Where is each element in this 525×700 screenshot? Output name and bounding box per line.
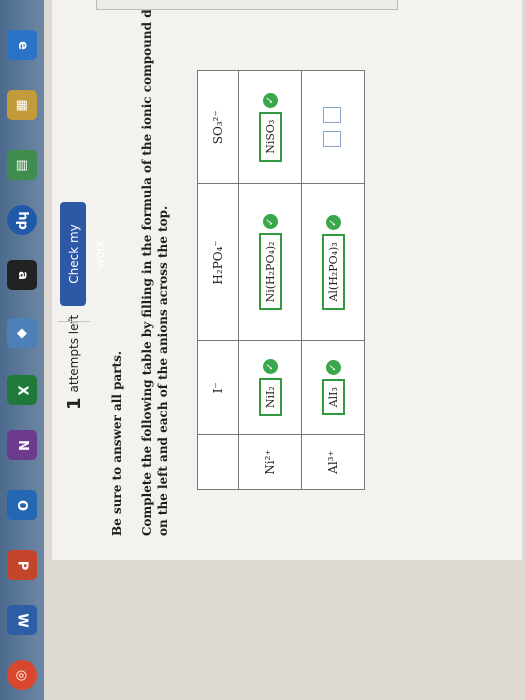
outlook-icon[interactable]: O [7, 490, 37, 520]
attempts-label: attempts left [67, 314, 81, 393]
answer-field[interactable]: NiI₂ [258, 378, 282, 417]
empty-answer-box[interactable] [322, 107, 341, 124]
anion-dihydrogen-phosphate: H₂PO₄⁻ [197, 183, 239, 341]
answer-cell: AlI₃ ✓ [301, 340, 365, 435]
question-header: 1 attempts left Check my work [52, 0, 107, 560]
cation-nickel: Ni²⁺ [238, 434, 302, 490]
attempts-left: 1 attempts left [64, 315, 85, 410]
correct-check-icon: ✓ [262, 359, 278, 375]
dropbox-icon[interactable]: ◆ [7, 318, 37, 348]
anion-sulfite: SO₃²⁻ [197, 70, 239, 184]
internet-explorer-icon[interactable]: e [7, 30, 37, 60]
answer-field[interactable]: NiSO₃ [258, 111, 282, 162]
homework-page: 1 attempts left Check my work Be sure to … [52, 0, 522, 560]
corner-cell [197, 434, 239, 490]
check-my-work-button[interactable]: Check my work [60, 202, 107, 306]
word-icon[interactable]: W [7, 605, 37, 635]
hp-icon[interactable]: hp [7, 205, 37, 235]
answer-field[interactable]: Al(H₂PO₄)₃ [321, 234, 345, 310]
answer-cell [301, 70, 365, 184]
attempts-count: 1 [64, 397, 85, 410]
answer-cell: NiSO₃ ✓ [238, 70, 302, 184]
instruction-line-1: Complete the following table by filling … [140, 0, 154, 536]
onenote-icon[interactable]: N [7, 430, 37, 460]
correct-check-icon: ✓ [325, 215, 341, 231]
store-icon[interactable]: ▦ [7, 90, 37, 120]
anion-iodide: I⁻ [197, 340, 239, 435]
correct-check-icon: ✓ [262, 92, 278, 108]
windows-taskbar: e ▦ ▤ hp a ◆ X N O P W ◎ [0, 0, 44, 700]
correct-check-icon: ✓ [325, 360, 341, 376]
screen: e ▦ ▤ hp a ◆ X N O P W ◎ 1 attempts left … [0, 0, 525, 700]
chrome-icon[interactable]: ◎ [7, 660, 37, 690]
table-row: Al³⁺ AlI₃ ✓ Al(H₂PO₄)₃ ✓ [301, 70, 365, 490]
answer-cell: NiI₂ ✓ [238, 340, 302, 435]
side-panel [96, 0, 398, 10]
instruction-line-2: on the left and each of the anions acros… [156, 205, 170, 536]
answer-all-parts-note: Be sure to answer all parts. [110, 350, 124, 536]
header-divider [58, 321, 90, 322]
amazon-icon[interactable]: a [7, 260, 37, 290]
table-row: Ni²⁺ NiI₂ ✓ Ni(H₂PO₄)₂ ✓ NiSO₃ ✓ [238, 70, 302, 490]
answer-field[interactable]: AlI₃ [321, 379, 345, 416]
answer-cell: Ni(H₂PO₄)₂ ✓ [238, 183, 302, 341]
ionic-compound-table: I⁻ H₂PO₄⁻ SO₃²⁻ Ni²⁺ NiI₂ ✓ Ni(H₂PO₄)₂ ✓ N… [197, 70, 365, 490]
correct-check-icon: ✓ [262, 214, 278, 230]
cation-aluminum: Al³⁺ [301, 434, 365, 490]
powerpoint-icon[interactable]: P [7, 550, 37, 580]
anion-header-row: I⁻ H₂PO₄⁻ SO₃²⁻ [197, 70, 239, 490]
empty-answer-box[interactable] [322, 131, 341, 148]
calculator-icon[interactable]: ▤ [7, 150, 37, 180]
answer-field[interactable]: Ni(H₂PO₄)₂ [258, 233, 282, 311]
excel-icon[interactable]: X [7, 375, 37, 405]
answer-cell: Al(H₂PO₄)₃ ✓ [301, 183, 365, 341]
